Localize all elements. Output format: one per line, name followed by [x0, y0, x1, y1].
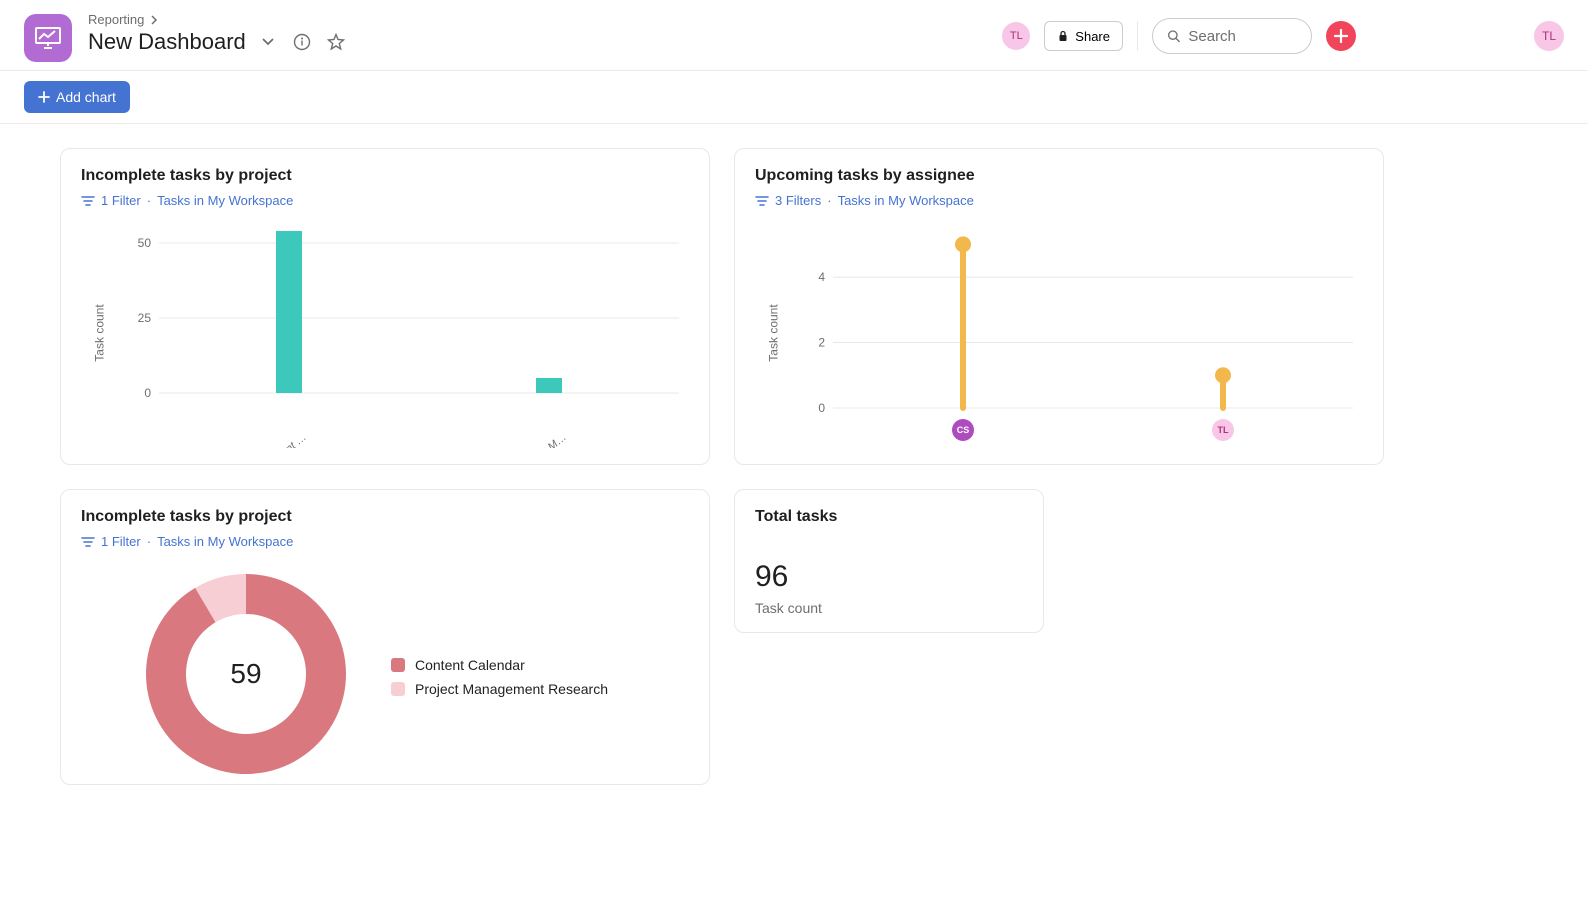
- chart-title: Incomplete tasks by project: [81, 508, 689, 526]
- y-axis-label: Task count: [81, 218, 119, 448]
- breadcrumb: Reporting: [88, 12, 348, 27]
- y-axis-label: Task count: [755, 218, 793, 448]
- plus-icon: [1333, 28, 1349, 44]
- svg-text:Content …: Content …: [261, 431, 309, 448]
- legend-label: Content Calendar: [415, 657, 525, 673]
- svg-text:TL: TL: [1218, 425, 1229, 435]
- filter-icon: [81, 536, 95, 548]
- chart-filter-link[interactable]: 3 Filters: [775, 193, 821, 208]
- chart-subtitle-row: 3 Filters · Tasks in My Workspace: [755, 193, 1363, 208]
- donut-legend: Content Calendar Project Management Rese…: [391, 649, 608, 705]
- chevron-right-icon: [150, 15, 158, 25]
- total-number: 96: [755, 560, 1023, 594]
- topbar-right: TL Share TL: [1002, 18, 1564, 54]
- svg-text:CS: CS: [957, 425, 970, 435]
- legend-label: Project Management Research: [415, 681, 608, 697]
- svg-text:0: 0: [818, 401, 825, 415]
- page-title[interactable]: New Dashboard: [88, 29, 246, 55]
- lock-icon: [1057, 30, 1069, 42]
- chart-body: Task count 0 25 50 Content … Project M…: [81, 218, 689, 448]
- filter-icon: [755, 195, 769, 207]
- separator: ·: [827, 193, 831, 208]
- legend-item[interactable]: Project Management Research: [391, 681, 608, 697]
- chart-body: Task count 0 2 4 CS TL: [755, 218, 1363, 448]
- favorite-button[interactable]: [324, 30, 348, 54]
- separator: ·: [147, 534, 151, 549]
- search-icon: [1167, 28, 1180, 44]
- separator: ·: [147, 193, 151, 208]
- divider: [1137, 21, 1138, 51]
- svg-text:50: 50: [138, 236, 152, 250]
- chevron-down-icon: [261, 37, 275, 47]
- chart-subtitle-row: 1 Filter · Tasks in My Workspace: [81, 534, 689, 549]
- chart-scope-link[interactable]: Tasks in My Workspace: [157, 534, 293, 549]
- add-chart-label: Add chart: [56, 89, 116, 105]
- svg-text:0: 0: [144, 386, 151, 400]
- chart-scope-link[interactable]: Tasks in My Workspace: [157, 193, 293, 208]
- chart-scope-link[interactable]: Tasks in My Workspace: [838, 193, 974, 208]
- chart-card-incomplete-bar[interactable]: Incomplete tasks by project 1 Filter · T…: [60, 148, 710, 465]
- legend-swatch: [391, 658, 405, 672]
- chart-card-total-tasks[interactable]: Total tasks 96 Task count: [734, 489, 1044, 633]
- toolbar: Add chart: [0, 71, 1588, 124]
- info-icon: [293, 33, 311, 51]
- filter-icon: [81, 195, 95, 207]
- dashboard-canvas: Incomplete tasks by project 1 Filter · T…: [0, 124, 1588, 809]
- chart-title: Upcoming tasks by assignee: [755, 167, 1363, 185]
- add-chart-button[interactable]: Add chart: [24, 81, 130, 113]
- presentation-chart-icon: [35, 27, 61, 49]
- svg-text:Project M…: Project M…: [517, 431, 569, 448]
- svg-text:25: 25: [138, 311, 152, 325]
- star-icon: [327, 33, 345, 51]
- user-avatar[interactable]: TL: [1534, 21, 1564, 51]
- chart-title: Total tasks: [755, 508, 1023, 526]
- chart-title: Incomplete tasks by project: [81, 167, 689, 185]
- svg-text:2: 2: [818, 336, 825, 350]
- search-input[interactable]: [1188, 28, 1297, 45]
- donut-body: 59 Content Calendar Project Management R…: [81, 559, 689, 784]
- dashboard-app-icon: [24, 14, 72, 62]
- lollipop-chart-svg: 0 2 4 CS TL: [793, 218, 1363, 448]
- share-label: Share: [1075, 29, 1110, 44]
- chart-filter-link[interactable]: 1 Filter: [101, 193, 141, 208]
- breadcrumb-parent[interactable]: Reporting: [88, 12, 144, 27]
- info-button[interactable]: [290, 30, 314, 54]
- collaborator-avatar[interactable]: TL: [1002, 22, 1030, 50]
- title-row: New Dashboard: [88, 29, 348, 55]
- search-box[interactable]: [1152, 18, 1312, 54]
- title-dropdown[interactable]: [256, 30, 280, 54]
- plus-icon: [38, 91, 50, 103]
- omnibutton-add[interactable]: [1326, 21, 1356, 51]
- chart-card-incomplete-donut[interactable]: Incomplete tasks by project 1 Filter · T…: [60, 489, 710, 785]
- title-area: Reporting New Dashboard: [88, 10, 348, 55]
- topbar: Reporting New Dashboard TL Share: [0, 0, 1588, 71]
- chart-card-upcoming-lollipop[interactable]: Upcoming tasks by assignee 3 Filters · T…: [734, 148, 1384, 465]
- share-button[interactable]: Share: [1044, 21, 1123, 51]
- bar-chart-svg: 0 25 50 Content … Project M…: [119, 218, 689, 448]
- svg-text:4: 4: [818, 270, 825, 284]
- total-sublabel: Task count: [755, 600, 1023, 616]
- legend-swatch: [391, 682, 405, 696]
- chart-filter-link[interactable]: 1 Filter: [101, 534, 141, 549]
- donut-center-value: 59: [141, 569, 351, 779]
- legend-item[interactable]: Content Calendar: [391, 657, 608, 673]
- chart-subtitle-row: 1 Filter · Tasks in My Workspace: [81, 193, 689, 208]
